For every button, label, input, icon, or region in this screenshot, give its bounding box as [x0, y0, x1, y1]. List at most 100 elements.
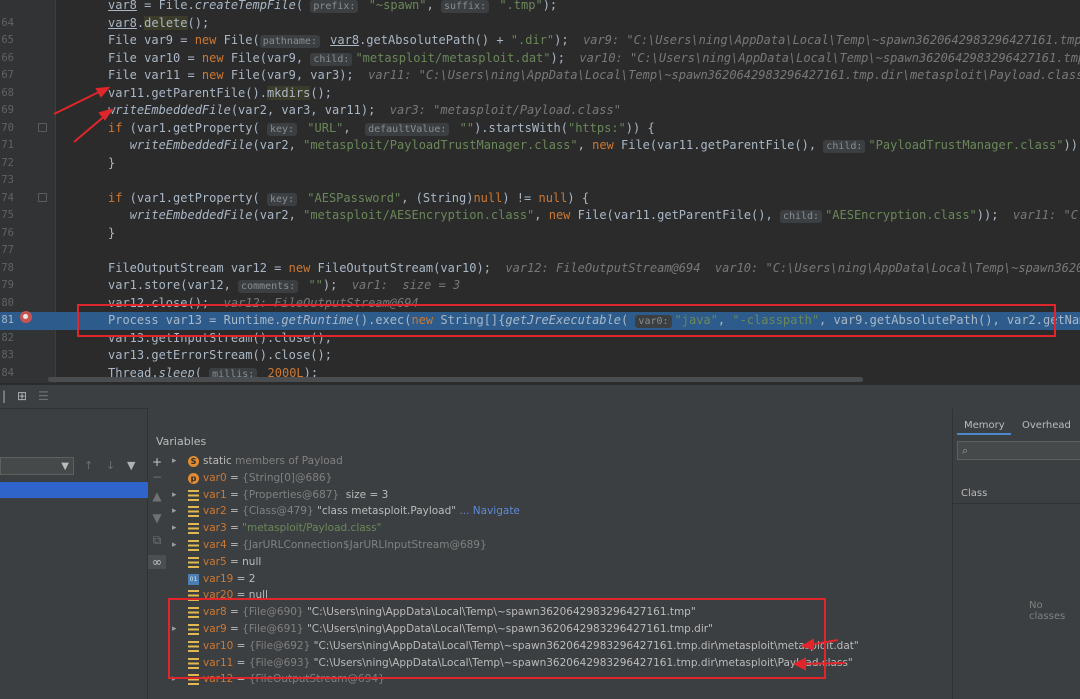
variable-row[interactable]: var20 = null — [168, 587, 950, 604]
code-text[interactable]: var8 = File.createTempFile( prefix: "~sp… — [108, 0, 557, 15]
code-text[interactable]: File var11 = new File(var9, var3); var11… — [108, 67, 1080, 85]
variable-row[interactable]: var11 = {File@693} "C:\Users\ning\AppDat… — [168, 655, 950, 672]
variable-row[interactable]: p var0 = {String[0]@686} — [168, 470, 950, 487]
line-number[interactable]: 76 — [0, 225, 14, 243]
tab-memory[interactable]: Memory — [964, 420, 1005, 431]
variable-row[interactable]: ▸ var3 = "metasploit/Payload.class" — [168, 520, 950, 537]
line-number[interactable]: 72 — [0, 155, 14, 173]
fold-marker[interactable] — [38, 123, 47, 132]
class-column-header[interactable]: Class — [961, 488, 987, 499]
line-number[interactable]: 71 — [0, 137, 14, 155]
line-number[interactable]: 70 — [0, 120, 14, 138]
code-line[interactable]: 74 if (var1.getProperty( key: "AESPasswor… — [0, 190, 1080, 208]
arrow-down-icon[interactable]: ↓ — [106, 459, 115, 472]
navigate-link[interactable]: ... Navigate — [456, 505, 519, 517]
line-number[interactable]: 68 — [0, 85, 14, 103]
code-text[interactable]: writeEmbeddedFile(var2, var3, var11); va… — [108, 102, 621, 120]
code-line[interactable]: 83 var13.getErrorStream().close(); — [0, 347, 1080, 365]
variable-row[interactable]: ▸ var4 = {JarURLConnection$JarURLInputStr… — [168, 537, 950, 554]
code-line[interactable]: 81 Process var13 = Runtime.getRuntime().e… — [0, 312, 1080, 330]
code-line[interactable]: 77 — [0, 242, 1080, 260]
code-line[interactable]: 80 var12.close(); var12: FileOutputStream… — [0, 295, 1080, 313]
variables-tree[interactable]: ▸ Sstatic members of Payload p var0 = {Stri… — [168, 453, 950, 699]
code-line[interactable]: 68 var11.getParentFile().mkdirs(); — [0, 85, 1080, 103]
expand-arrow-icon[interactable]: ▸ — [172, 671, 177, 688]
code-line[interactable]: 78 FileOutputStream var12 = new FileOutpu… — [0, 260, 1080, 278]
variable-row[interactable]: var5 = null — [168, 554, 950, 571]
move-down-icon[interactable]: ▼ — [148, 511, 166, 525]
code-text[interactable]: File var10 = new File(var9, child: "metas… — [108, 50, 1080, 68]
code-line[interactable]: 69 writeEmbeddedFile(var2, var3, var11); … — [0, 102, 1080, 120]
code-line[interactable]: 75 writeEmbeddedFile(var2, "metasploit/A… — [0, 207, 1080, 225]
variable-row[interactable]: ▸ var9 = {File@691} "C:\Users\ning\AppDat… — [168, 621, 950, 638]
thread-selector[interactable]: ▼ — [0, 457, 74, 475]
code-text[interactable]: if (var1.getProperty( key: "URL", defaul… — [108, 120, 655, 138]
code-line[interactable]: 67 File var11 = new File(var9, var3); var… — [0, 67, 1080, 85]
code-text[interactable]: Process var13 = Runtime.getRuntime().exe… — [108, 312, 1080, 330]
code-text[interactable]: writeEmbeddedFile(var2, "metasploit/AESE… — [108, 207, 1080, 225]
line-number[interactable]: 67 — [0, 67, 14, 85]
code-text[interactable]: var12.close(); var12: FileOutputStream@6… — [108, 295, 419, 313]
line-number[interactable]: 75 — [0, 207, 14, 225]
remove-watch-icon[interactable]: − — [148, 470, 166, 484]
variable-row[interactable]: 01 var19 = 2 — [168, 571, 950, 588]
code-text[interactable]: } — [108, 225, 115, 243]
variable-row[interactable]: ▸ Sstatic members of Payload — [168, 453, 950, 470]
code-text[interactable]: var11.getParentFile().mkdirs(); — [108, 85, 332, 103]
line-number[interactable]: 79 — [0, 277, 14, 295]
infinity-icon[interactable]: ∞ — [148, 555, 166, 569]
variable-row[interactable]: ▸ var1 = {Properties@687} size = 3 — [168, 487, 950, 504]
expand-arrow-icon[interactable]: ▸ — [172, 520, 177, 537]
code-text[interactable]: var13.getErrorStream().close(); — [108, 347, 332, 365]
code-line[interactable]: 73 — [0, 172, 1080, 190]
code-line[interactable]: 70 if (var1.getProperty( key: "URL", defa… — [0, 120, 1080, 138]
expand-arrow-icon[interactable]: ▸ — [172, 503, 177, 520]
breakpoint-icon[interactable] — [20, 311, 32, 323]
code-line[interactable]: 71 writeEmbeddedFile(var2, "metasploit/P… — [0, 137, 1080, 155]
expand-arrow-icon[interactable]: ▸ — [172, 487, 177, 504]
line-number[interactable]: 81 — [0, 312, 14, 330]
code-editor[interactable]: var8 = File.createTempFile( prefix: "~sp… — [0, 0, 1080, 383]
line-number[interactable]: 84 — [0, 365, 14, 383]
line-number[interactable]: 74 — [0, 190, 14, 208]
code-line[interactable]: 65 File var9 = new File(pathname: var8.ge… — [0, 32, 1080, 50]
line-number[interactable]: 73 — [0, 172, 14, 190]
code-line[interactable]: 72} — [0, 155, 1080, 173]
code-text[interactable]: var8.delete(); — [108, 15, 209, 33]
line-number[interactable]: 65 — [0, 32, 14, 50]
line-number[interactable]: 80 — [0, 295, 14, 313]
code-line[interactable]: 82 var13.getInputStream().close(); — [0, 330, 1080, 348]
code-text[interactable]: var1.store(var12, comments: ""); var1: s… — [108, 277, 460, 295]
arrow-up-icon[interactable]: ↑ — [84, 459, 93, 472]
line-number[interactable]: 82 — [0, 330, 14, 348]
line-number[interactable]: 77 — [0, 242, 14, 260]
filter-icon[interactable]: ▼ — [127, 459, 135, 472]
code-text[interactable]: if (var1.getProperty( key: "AESPassword"… — [108, 190, 589, 208]
tab-overhead[interactable]: Overhead — [1022, 420, 1071, 431]
expand-arrow-icon[interactable]: ▸ — [172, 537, 177, 554]
code-line[interactable]: var8 = File.createTempFile( prefix: "~sp… — [0, 0, 1080, 15]
line-number[interactable]: 83 — [0, 347, 14, 365]
horizontal-scrollbar[interactable] — [48, 377, 863, 382]
layout-icon[interactable]: ☰ — [38, 389, 49, 403]
line-number[interactable]: 64 — [0, 15, 14, 33]
selected-frame[interactable] — [0, 482, 148, 498]
line-number[interactable]: 78 — [0, 260, 14, 278]
line-number[interactable]: 66 — [0, 50, 14, 68]
code-line[interactable]: 66 File var10 = new File(var9, child: "met… — [0, 50, 1080, 68]
expand-arrow-icon[interactable]: ▸ — [172, 621, 177, 638]
variable-row[interactable]: var8 = {File@690} "C:\Users\ning\AppData… — [168, 604, 950, 621]
duplicate-icon[interactable]: ⧉ — [148, 533, 166, 548]
code-line[interactable]: 64 var8.delete(); — [0, 15, 1080, 33]
variable-row[interactable]: var10 = {File@692} "C:\Users\ning\AppDat… — [168, 638, 950, 655]
code-text[interactable]: } — [108, 155, 115, 173]
code-text[interactable]: File var9 = new File(pathname: var8.getA… — [108, 32, 1080, 50]
code-line[interactable]: 76} — [0, 225, 1080, 243]
add-watch-icon[interactable]: + — [148, 455, 166, 469]
table-view-icon[interactable]: ⊞ — [17, 389, 27, 403]
line-number[interactable]: 69 — [0, 102, 14, 120]
move-up-icon[interactable]: ▲ — [148, 489, 166, 503]
code-text[interactable]: FileOutputStream var12 = new FileOutputS… — [108, 260, 1080, 278]
fold-marker[interactable] — [38, 193, 47, 202]
code-text[interactable]: writeEmbeddedFile(var2, "metasploit/Payl… — [108, 137, 1080, 155]
